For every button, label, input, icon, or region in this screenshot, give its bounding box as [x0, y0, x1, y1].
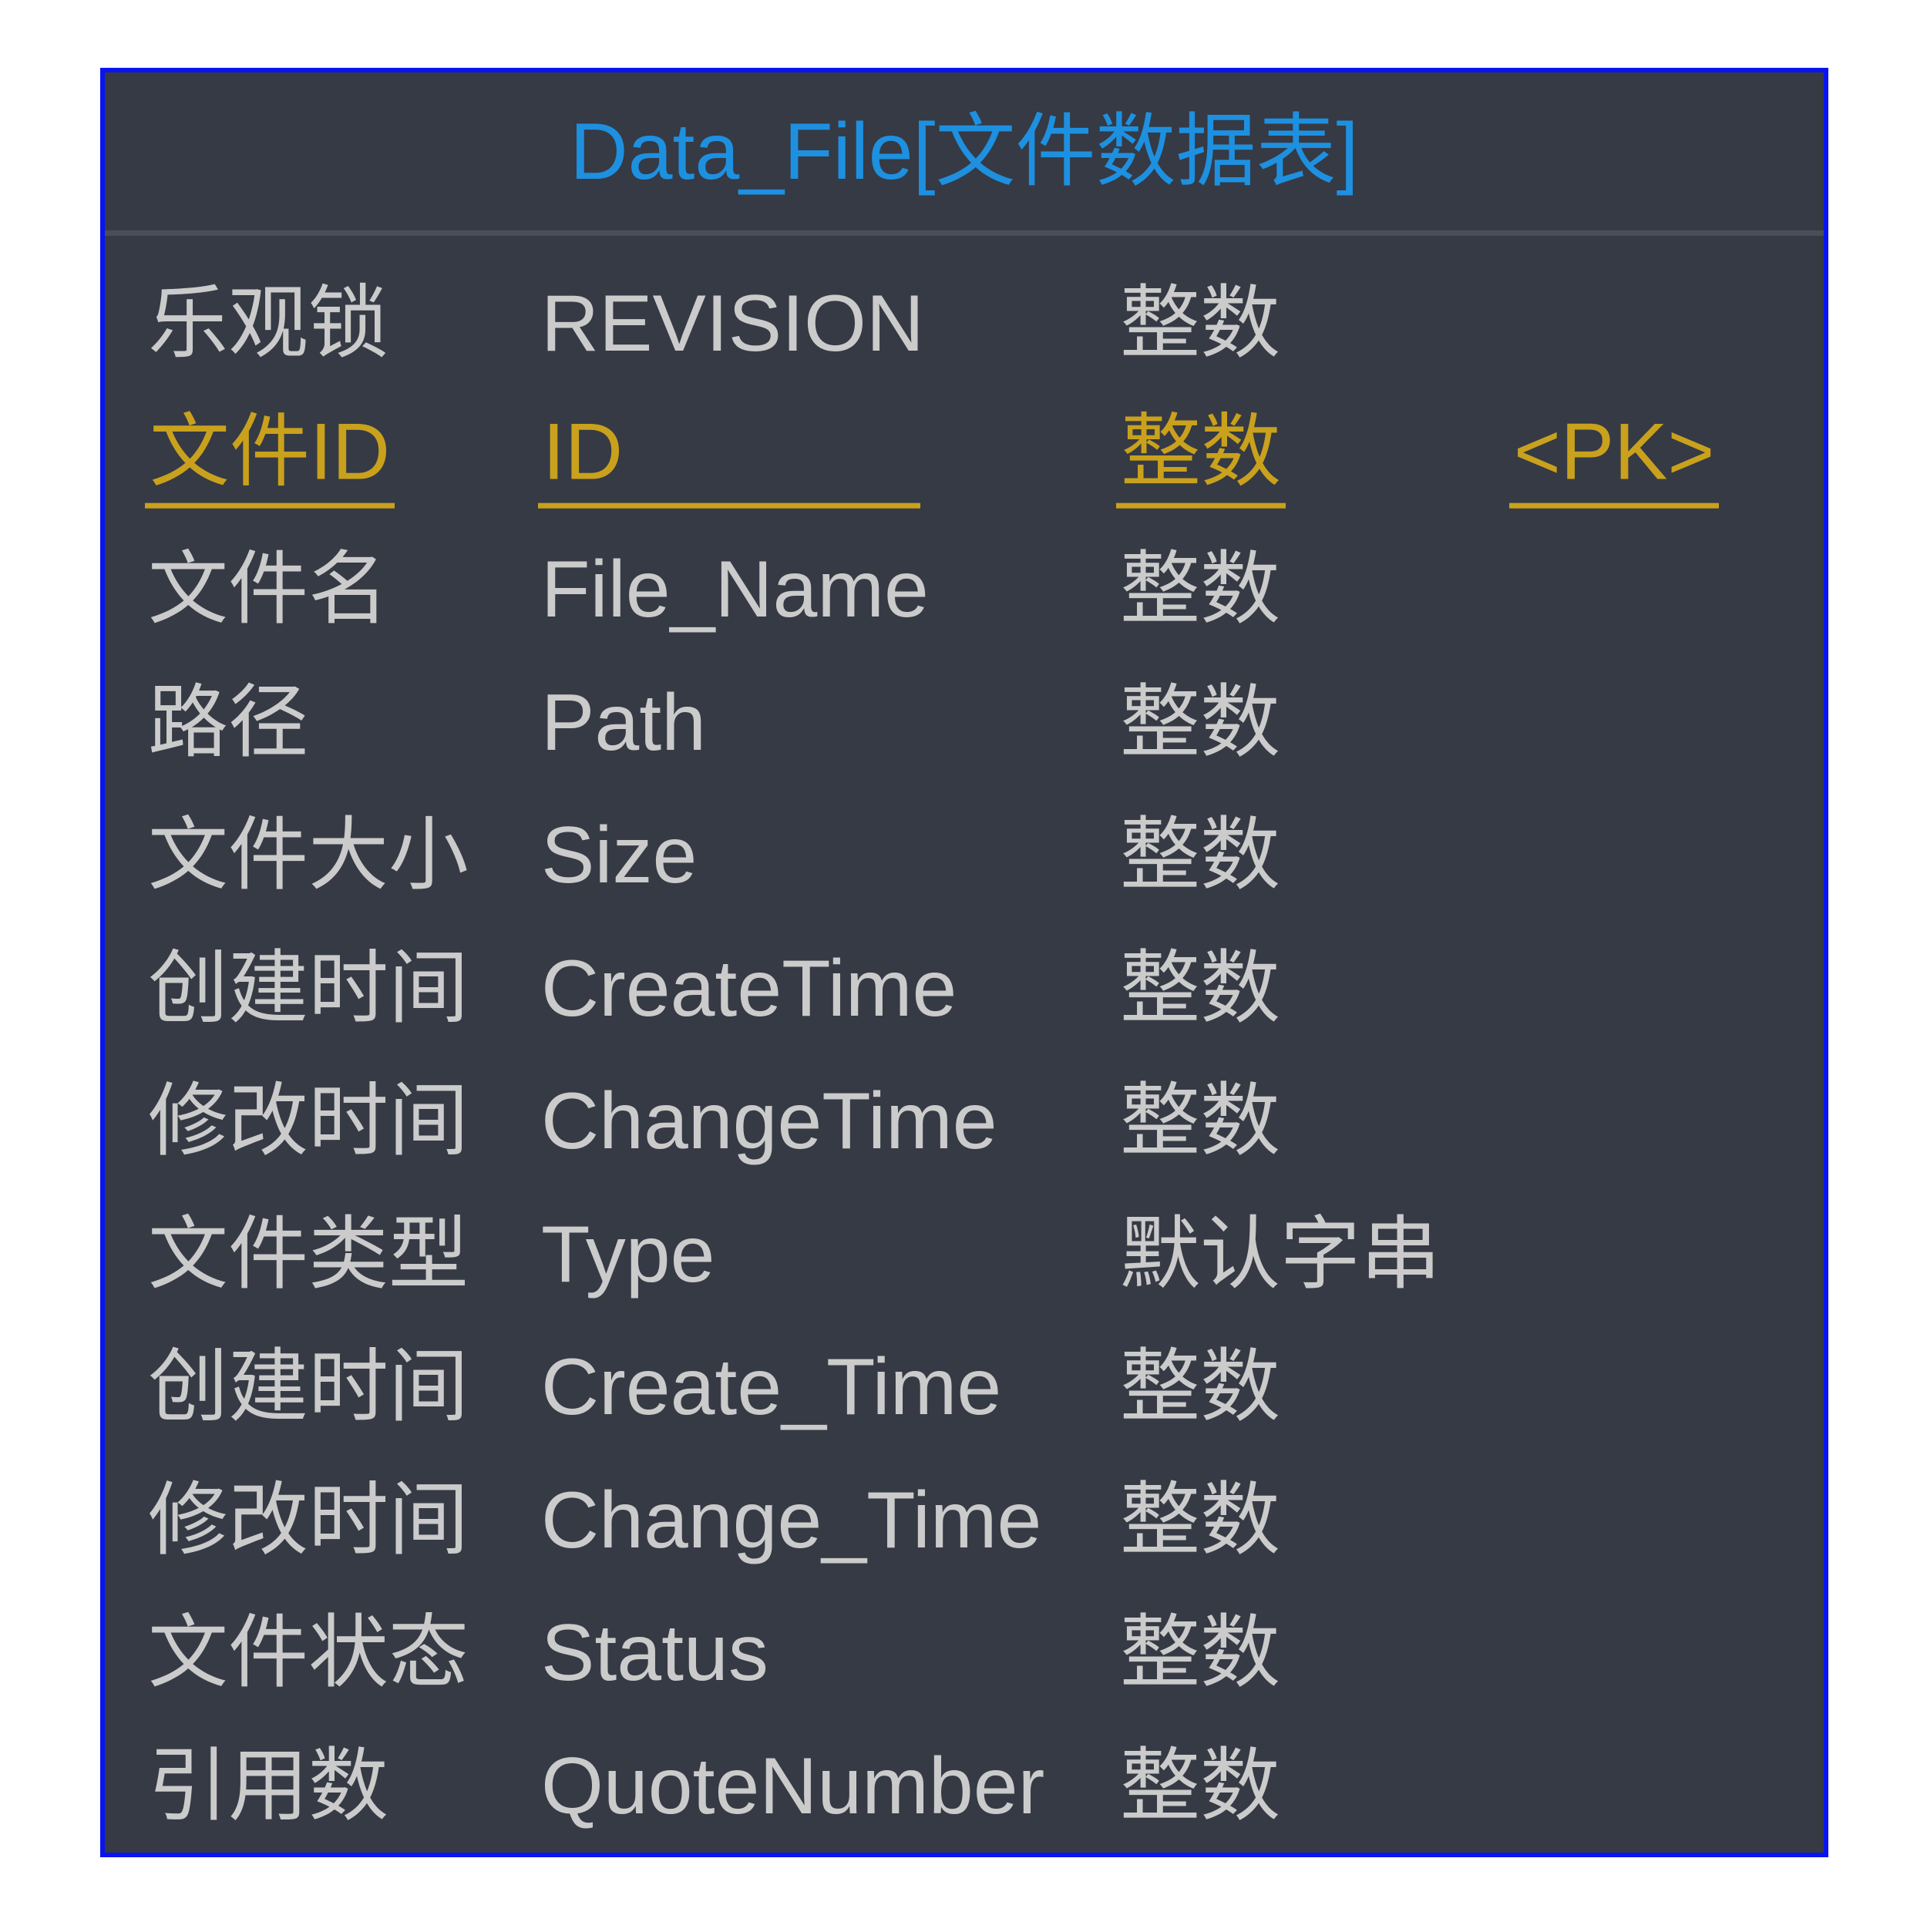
attribute-row[interactable]: 文件类型 Type 默认字串	[105, 1189, 1824, 1322]
attribute-row-primary-key[interactable]: 文件ID ID 整数 <PK>	[105, 391, 1824, 525]
attribute-data-type: 整数	[1120, 811, 1281, 901]
attribute-column-name: Size	[541, 811, 698, 901]
attribute-column-name: Change_Time	[541, 1475, 1042, 1565]
attribute-column-name: QuoteNumber	[541, 1741, 1045, 1831]
attribute-row[interactable]: 乐观锁 REVISION 整数	[105, 258, 1824, 391]
attribute-row[interactable]: 路径 Path 整数	[105, 657, 1824, 791]
attribute-column-name: ChangeTime	[541, 1077, 997, 1167]
attribute-column-name: Status	[541, 1608, 768, 1698]
attribute-data-type: 默认字串	[1120, 1209, 1441, 1299]
attribute-row[interactable]: 引用数 QuoteNumber 整数	[105, 1721, 1824, 1854]
attribute-label: 路径	[148, 677, 309, 768]
attribute-row[interactable]: 创建时间 Create_Time 整数	[105, 1322, 1824, 1455]
attribute-label: 文件ID	[145, 406, 395, 509]
entity-title: Data_File[文件数据表]	[570, 106, 1359, 197]
attribute-data-type: 整数	[1120, 279, 1281, 369]
attribute-label: 创建时间	[148, 943, 469, 1033]
entity-header: Data_File[文件数据表]	[105, 72, 1824, 236]
attribute-data-type: 整数	[1120, 1077, 1281, 1167]
entity-table-data-file[interactable]: Data_File[文件数据表] 乐观锁 REVISION 整数 文件ID ID 整数 <P…	[100, 68, 1828, 1857]
attribute-row[interactable]: 修改时间 Change_Time 整数	[105, 1455, 1824, 1588]
attribute-column-name: Create_Time	[541, 1342, 1002, 1433]
attribute-label: 文件名	[148, 545, 389, 635]
attribute-column-name: REVISION	[541, 279, 924, 369]
attribute-data-type: 整数	[1116, 406, 1286, 509]
attribute-label: 修改时间	[148, 1077, 469, 1167]
attribute-label: 文件状态	[148, 1608, 469, 1698]
attribute-row[interactable]: 修改时间 ChangeTime 整数	[105, 1056, 1824, 1189]
attribute-row[interactable]: 文件名 File_Name 整数	[105, 524, 1824, 657]
attribute-label: 乐观锁	[148, 279, 389, 369]
attribute-data-type: 整数	[1120, 545, 1281, 635]
attribute-label: 创建时间	[148, 1342, 469, 1433]
attribute-column-name: File_Name	[541, 545, 929, 635]
attribute-data-type: 整数	[1120, 1342, 1281, 1433]
attribute-column-name: Path	[541, 677, 706, 768]
attribute-label: 文件大小	[148, 811, 469, 901]
attribute-data-type: 整数	[1120, 943, 1281, 1033]
attribute-label: 文件类型	[148, 1209, 469, 1299]
attribute-data-type: 整数	[1120, 1475, 1281, 1565]
attribute-row[interactable]: 文件大小 Size 整数	[105, 790, 1824, 923]
attribute-key-marker: <PK>	[1509, 406, 1720, 509]
attribute-data-type: 整数	[1120, 1741, 1281, 1831]
attribute-row[interactable]: 文件状态 Status 整数	[105, 1588, 1824, 1721]
attribute-row[interactable]: 创建时间 CreateTime 整数	[105, 923, 1824, 1057]
attribute-label: 修改时间	[148, 1475, 469, 1565]
attribute-column-name: CreateTime	[541, 943, 957, 1033]
attribute-column-name: Type	[541, 1209, 715, 1299]
attribute-data-type: 整数	[1120, 1608, 1281, 1698]
entity-attribute-list: 乐观锁 REVISION 整数 文件ID ID 整数 <PK> 文件名 File_Name 整数路…	[105, 258, 1824, 1853]
attribute-data-type: 整数	[1120, 677, 1281, 768]
attribute-column-name: ID	[538, 406, 920, 509]
attribute-label: 引用数	[148, 1741, 389, 1831]
